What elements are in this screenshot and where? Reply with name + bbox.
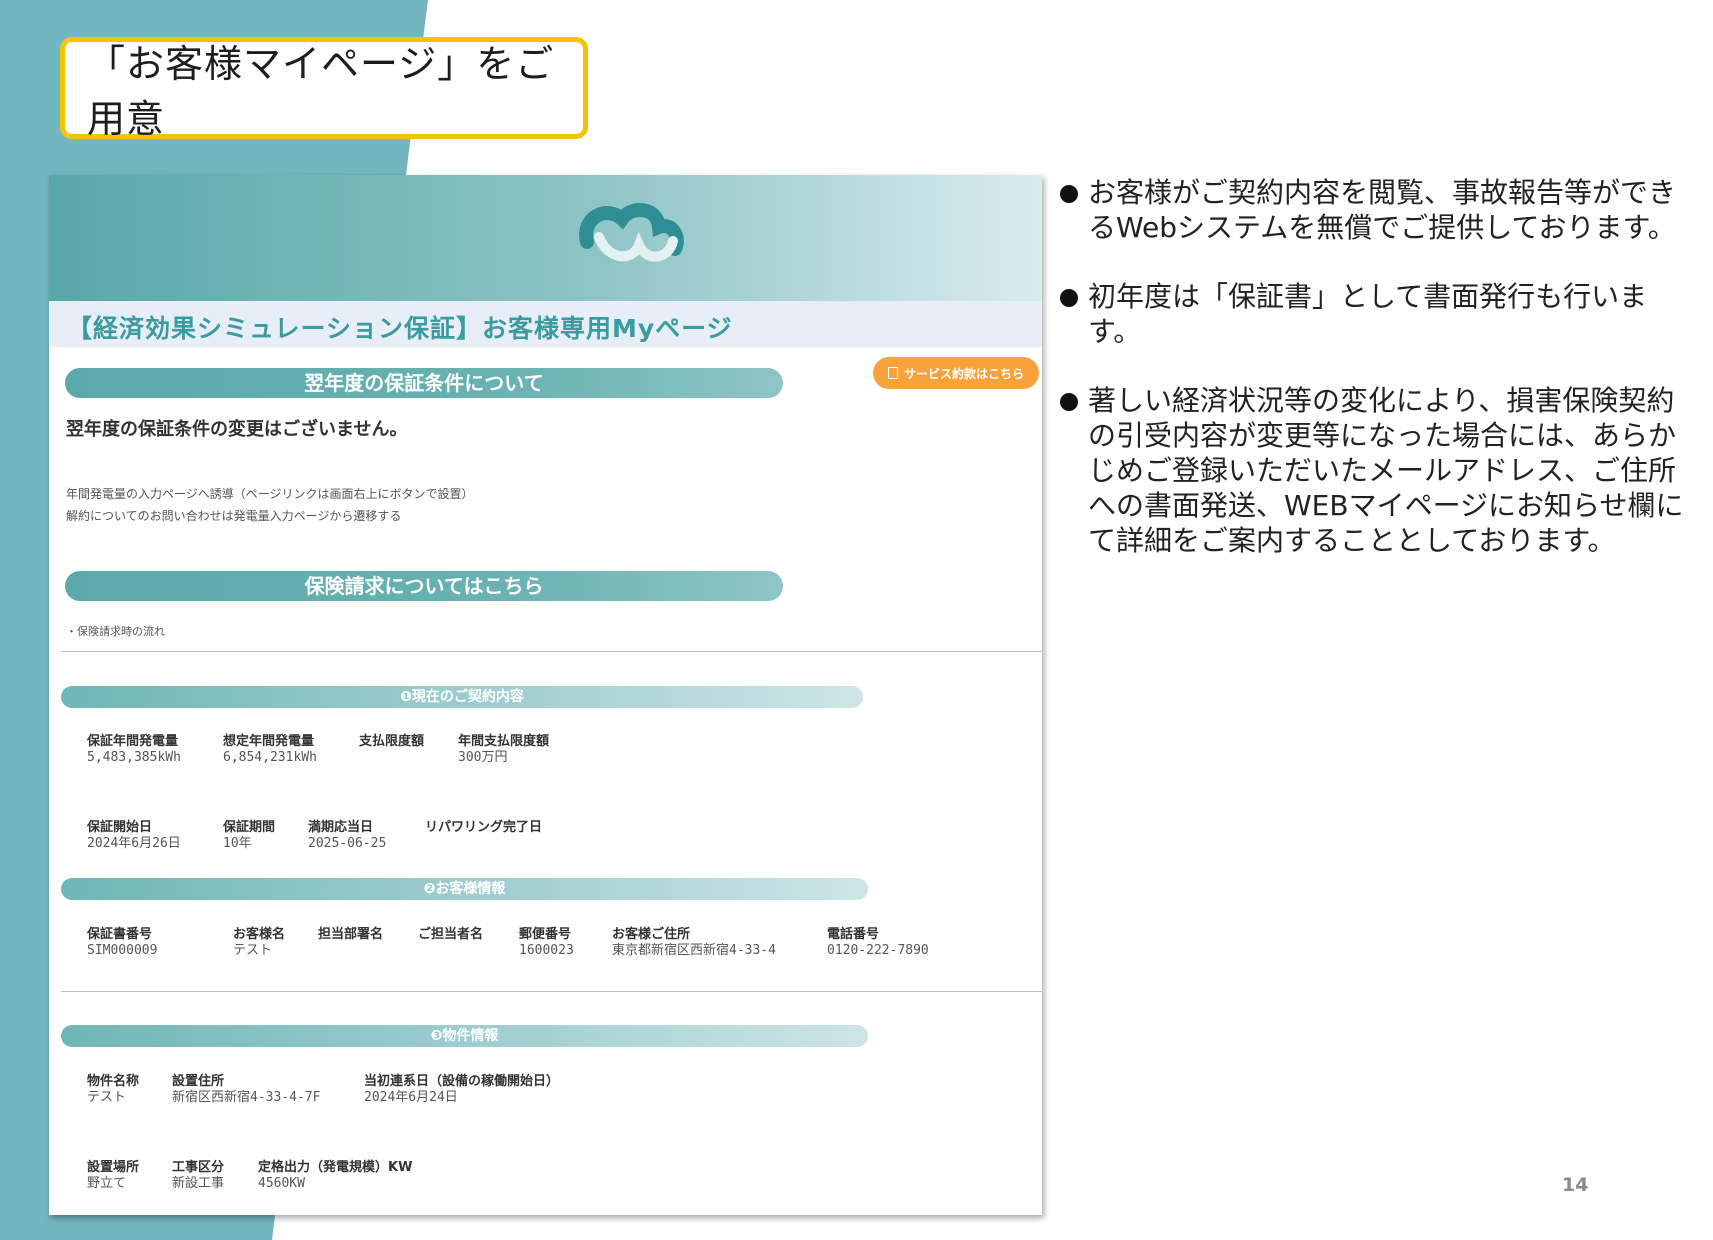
no-change-message: 翌年度の保証条件の変更はございません。: [66, 419, 408, 440]
field-value: テスト: [87, 1090, 127, 1105]
field-postal-code: 郵便番号 1600023: [519, 927, 574, 959]
section-next-year: 翌年度の保証条件について: [65, 368, 783, 398]
section-property: ❸物件情報: [61, 1025, 868, 1047]
field-label: 想定年間発電量: [223, 734, 315, 749]
mypage-screenshot: 【経済効果シミュレーション保証】お客様専用Myページ サービス約款はこちら 翌年…: [49, 175, 1042, 1215]
field-label: 保証期間: [223, 820, 276, 835]
field-label: 電話番号: [827, 927, 880, 942]
field-label: お客様ご住所: [612, 927, 691, 942]
bullet-list: お客様がご契約内容を閲覧、事故報告等ができるWebシステムを無償でご提供しており…: [1060, 175, 1700, 592]
field-construction-type: 工事区分 新設工事: [172, 1160, 224, 1192]
field-label: お客様名: [233, 927, 286, 942]
divider: [61, 991, 1042, 992]
field-value: 2024年6月24日: [364, 1090, 458, 1105]
field-label: 保証年間発電量: [87, 734, 179, 749]
field-value: 2024年6月26日: [87, 836, 181, 851]
field-label: 物件名称: [87, 1074, 140, 1089]
terms-button[interactable]: サービス約款はこちら: [873, 357, 1039, 389]
field-start-date: 保証開始日 2024年6月26日: [87, 820, 181, 852]
terms-button-label: サービス約款はこちら: [903, 366, 1024, 381]
field-value: 10年: [223, 836, 252, 851]
field-rated-output: 定格出力（発電規模）KW 4560KW: [258, 1160, 412, 1192]
divider: [61, 651, 1042, 652]
field-property-name: 物件名称 テスト: [87, 1074, 139, 1106]
bullet-text: お客様がご契約内容を閲覧、事故報告等ができるWebシステムを無償でご提供しており…: [1088, 176, 1677, 244]
field-value: テスト: [233, 943, 273, 958]
field-expected-generation: 想定年間発電量 6,854,231kWh: [223, 734, 317, 766]
page-number: 14: [1562, 1174, 1589, 1196]
field-value: 2025-06-25: [308, 836, 387, 851]
field-guaranteed-generation: 保証年間発電量 5,483,385kWh: [87, 734, 181, 766]
field-payment-limit: 支払限度額: [359, 734, 424, 750]
mypage-title-bar: 【経済効果シミュレーション保証】お客様専用Myページ: [49, 301, 1042, 347]
field-annual-payment-limit: 年間支払限度額 300万円: [458, 734, 549, 766]
bullet-text: 著しい経済状況等の変化により、損害保険契約の引受内容が変更等になった場合には、あ…: [1088, 384, 1684, 557]
field-customer-address: お客様ご住所 東京都新宿区西新宿4-33-4: [612, 927, 776, 959]
field-department: 担当部署名: [318, 927, 383, 943]
field-label: 工事区分: [172, 1160, 225, 1175]
section-contract: ❶現在のご契約内容: [61, 686, 863, 708]
field-label: 設置住所: [172, 1074, 225, 1089]
field-label: 年間支払限度額: [458, 734, 550, 749]
field-maturity-date: 満期応当日 2025-06-25: [308, 820, 386, 852]
field-value: 0120-222-7890: [827, 943, 929, 958]
field-label: ご担当者名: [418, 927, 484, 942]
field-customer-name: お客様名 テスト: [233, 927, 285, 959]
field-value: 6,854,231kWh: [223, 750, 317, 765]
field-value: SIM000009: [87, 943, 158, 958]
field-repowering-date: リパワリング完了日: [425, 820, 542, 836]
field-value: 新設工事: [172, 1176, 225, 1191]
claims-flow-link[interactable]: ・保険請求時の流れ: [66, 623, 165, 639]
note-cancellation: 解約についてのお問い合わせは発電量入力ページから遷移する: [66, 509, 402, 523]
bullet-dot-icon: [1060, 185, 1078, 203]
bullet-item: 初年度は「保証書」として書面発行も行います。: [1060, 279, 1700, 349]
field-label: 郵便番号: [519, 927, 572, 942]
field-guarantee-period: 保証期間 10年: [223, 820, 275, 852]
field-certificate-number: 保証書番号 SIM000009: [87, 927, 157, 959]
field-value: 300万円: [458, 750, 508, 765]
field-installation-address: 設置住所 新宿区西新宿4-33-4-7F: [172, 1074, 320, 1106]
field-value: 東京都新宿区西新宿4-33-4: [612, 943, 776, 958]
field-label: 設置場所: [87, 1160, 140, 1175]
field-label: 保証書番号: [87, 927, 153, 942]
note-input-page: 年間発電量の入力ページへ誘導（ページリンクは画面右上にボタンで設置）: [66, 487, 474, 501]
document-icon: [887, 367, 898, 379]
section-customer: ❷お客様情報: [61, 878, 868, 900]
bullet-item: 著しい経済状況等の変化により、損害保険契約の引受内容が変更等になった場合には、あ…: [1060, 383, 1700, 558]
field-value: 4560KW: [258, 1176, 305, 1191]
field-label: 定格出力（発電規模）KW: [258, 1160, 413, 1175]
field-value: 5,483,385kWh: [87, 750, 181, 765]
field-label: リパワリング完了日: [425, 820, 543, 835]
field-label: 支払限度額: [359, 734, 425, 749]
bullet-text: 初年度は「保証書」として書面発行も行います。: [1088, 280, 1648, 348]
field-label: 担当部署名: [318, 927, 384, 942]
mypage-title: 【経済効果シミュレーション保証】お客様専用Myページ: [67, 314, 733, 343]
field-label: 満期応当日: [308, 820, 374, 835]
field-value: 新宿区西新宿4-33-4-7F: [172, 1090, 321, 1105]
field-value: 野立て: [87, 1176, 127, 1191]
field-label: 保証開始日: [87, 820, 153, 835]
field-contact-person: ご担当者名: [418, 927, 483, 943]
section-claims[interactable]: 保険請求についてはこちら: [65, 571, 783, 601]
company-logo: [579, 203, 684, 262]
field-installation-location: 設置場所 野立て: [87, 1160, 139, 1192]
field-initial-connection-date: 当初連系日（設備の稼働開始日） 2024年6月24日: [364, 1074, 559, 1106]
slide-title: 「お客様マイページ」をご用意: [60, 37, 588, 141]
mypage-header: [49, 175, 1042, 301]
bullet-item: お客様がご契約内容を閲覧、事故報告等ができるWebシステムを無償でご提供しており…: [1060, 175, 1700, 245]
field-phone-number: 電話番号 0120-222-7890: [827, 927, 929, 959]
bullet-dot-icon: [1060, 393, 1078, 411]
bullet-dot-icon: [1060, 289, 1078, 307]
field-label: 当初連系日（設備の稼働開始日）: [364, 1074, 560, 1089]
field-value: 1600023: [519, 943, 574, 958]
